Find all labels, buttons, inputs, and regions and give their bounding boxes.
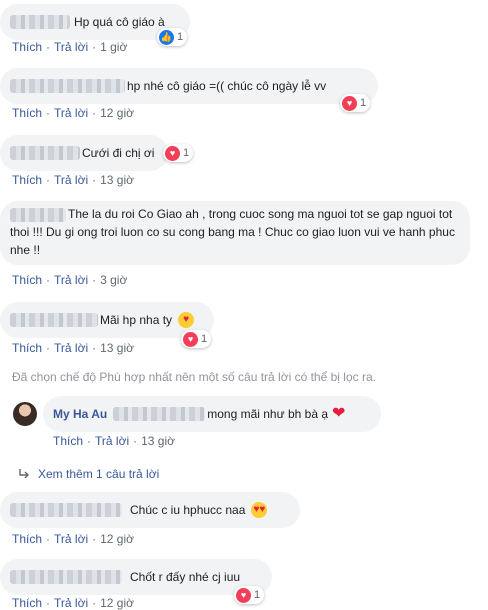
separator: · (92, 40, 97, 54)
blurred-name (10, 146, 80, 160)
reply-link[interactable]: Trả lời (95, 434, 129, 448)
reply-link[interactable]: Trả lời (54, 596, 88, 610)
timestamp[interactable]: 13 giờ (100, 173, 134, 187)
timestamp[interactable]: 3 giờ (100, 273, 127, 287)
reaction-badge[interactable]: ♥ 1 (181, 330, 212, 348)
reaction-badge[interactable]: ♥ 1 (340, 94, 371, 112)
comment-actions: Thích · Trả lời · 1 giờ (12, 40, 127, 54)
reply-link[interactable]: Trả lời (54, 532, 88, 546)
separator: · (92, 532, 97, 546)
comment-text: The la du roi Co Giao ah , trong cuoc so… (10, 207, 455, 257)
reply-text: mong mãi như bh bà ạ (207, 407, 329, 421)
more-replies-link[interactable]: Xem thêm 1 câu trả lời (18, 467, 159, 481)
love-icon: ♥ (183, 331, 198, 347)
separator: · (92, 596, 97, 610)
reaction-count: 1 (183, 147, 190, 159)
separator: · (133, 434, 138, 448)
comment-text: Cưới đi chị ơi (82, 146, 155, 160)
like-link[interactable]: Thích (12, 341, 42, 355)
comment-actions: Thích · Trả lời · 13 giờ (12, 173, 134, 187)
separator: · (46, 40, 51, 54)
comment-text: Hp quá cô giáo à (74, 15, 165, 29)
comment-actions: Thích · Trả lời · 12 giờ (12, 596, 134, 610)
separator: · (92, 173, 97, 187)
comment-text: hp nhé cô giáo =(( chúc cô ngày lễ vv (127, 79, 327, 93)
comment-text: Chúc c iu hphucc naa (130, 503, 246, 517)
comment-actions: Thích · Trả lời · 12 giờ (12, 532, 134, 546)
separator: · (92, 273, 97, 287)
reply-actions: Thích · Trả lời · 13 giờ (53, 434, 175, 448)
comment-actions: Thích · Trả lời · 12 giờ (12, 106, 134, 120)
separator: · (92, 341, 97, 355)
reaction-count: 1 (201, 333, 208, 345)
reaction-badge[interactable]: 👍 1 (157, 28, 188, 46)
separator: · (46, 173, 51, 187)
comment-bubble: Cưới đi chị ơi (0, 135, 168, 171)
timestamp[interactable]: 12 giờ (100, 532, 134, 546)
smiling-hearts-icon: ♥ (178, 312, 195, 328)
separator: · (46, 106, 51, 120)
reaction-badge[interactable]: ♥ 1 (163, 144, 194, 162)
love-icon: ♥ (236, 587, 251, 603)
timestamp[interactable]: 13 giờ (100, 341, 134, 355)
comment-text: Chốt r đấy nhé cj iuu (130, 570, 241, 584)
comment-bubble: hp nhé cô giáo =(( chúc cô ngày lễ vv (0, 68, 378, 104)
reply-link[interactable]: Trả lời (54, 106, 88, 120)
reaction-count: 1 (177, 31, 184, 43)
separator: · (46, 341, 51, 355)
like-link[interactable]: Thích (12, 40, 42, 54)
timestamp[interactable]: 13 giờ (141, 434, 175, 448)
separator: · (46, 596, 51, 610)
more-replies-label: Xem thêm 1 câu trả lời (38, 467, 160, 481)
like-link[interactable]: Thích (12, 273, 42, 287)
comment-bubble: Chốt r đấy nhé cj iuu (0, 559, 272, 595)
blurred-name (10, 79, 125, 93)
comment-bubble: The la du roi Co Giao ah , trong cuoc so… (0, 201, 470, 265)
reply-link[interactable]: Trả lời (54, 273, 88, 287)
separator: · (46, 532, 51, 546)
timestamp[interactable]: 12 giờ (100, 106, 134, 120)
blurred-name (10, 570, 122, 584)
blurred-name (10, 313, 98, 327)
avatar[interactable] (13, 402, 37, 426)
like-link[interactable]: Thích (12, 532, 42, 546)
blurred-name (10, 15, 70, 29)
reply-link[interactable]: Trả lời (54, 40, 88, 54)
separator: · (92, 106, 97, 120)
like-icon: 👍 (159, 29, 174, 45)
reaction-count: 1 (254, 589, 261, 601)
blurred-name (10, 503, 122, 517)
reply-link[interactable]: Trả lời (54, 173, 88, 187)
reply-author[interactable]: My Ha Au (53, 406, 107, 422)
comment-actions: Thích · Trả lời · 3 giờ (12, 273, 127, 287)
love-icon: ♥ (165, 145, 180, 161)
timestamp[interactable]: 1 giờ (100, 40, 127, 54)
reply-arrow-icon (19, 469, 29, 479)
like-link[interactable]: Thích (12, 173, 42, 187)
love-icon: ♥ (342, 95, 357, 111)
reply-link[interactable]: Trả lời (54, 341, 88, 355)
blurred-name (113, 407, 206, 421)
reaction-count: 1 (360, 97, 367, 109)
reaction-badge[interactable]: ♥ 1 (234, 586, 265, 604)
like-link[interactable]: Thích (12, 596, 42, 610)
comment-bubble: Chúc c iu hphucc naa ♥♥ (0, 492, 300, 528)
reply-bubble: My Ha Au mong mãi như bh bà ạ ❤ (43, 396, 381, 432)
filter-note: Đã chọn chế độ Phù hợp nhất nên một số c… (12, 370, 376, 384)
comment-actions: Thích · Trả lời · 13 giờ (12, 341, 134, 355)
timestamp[interactable]: 12 giờ (100, 596, 134, 610)
blurred-name (10, 207, 66, 222)
separator: · (46, 273, 51, 287)
like-link[interactable]: Thích (53, 434, 83, 448)
heart-icon: ❤ (332, 405, 346, 422)
separator: · (87, 434, 92, 448)
heart-eyes-icon: ♥♥ (251, 502, 268, 518)
comment-text: Mãi hp nha ty (100, 313, 173, 327)
like-link[interactable]: Thích (12, 106, 42, 120)
